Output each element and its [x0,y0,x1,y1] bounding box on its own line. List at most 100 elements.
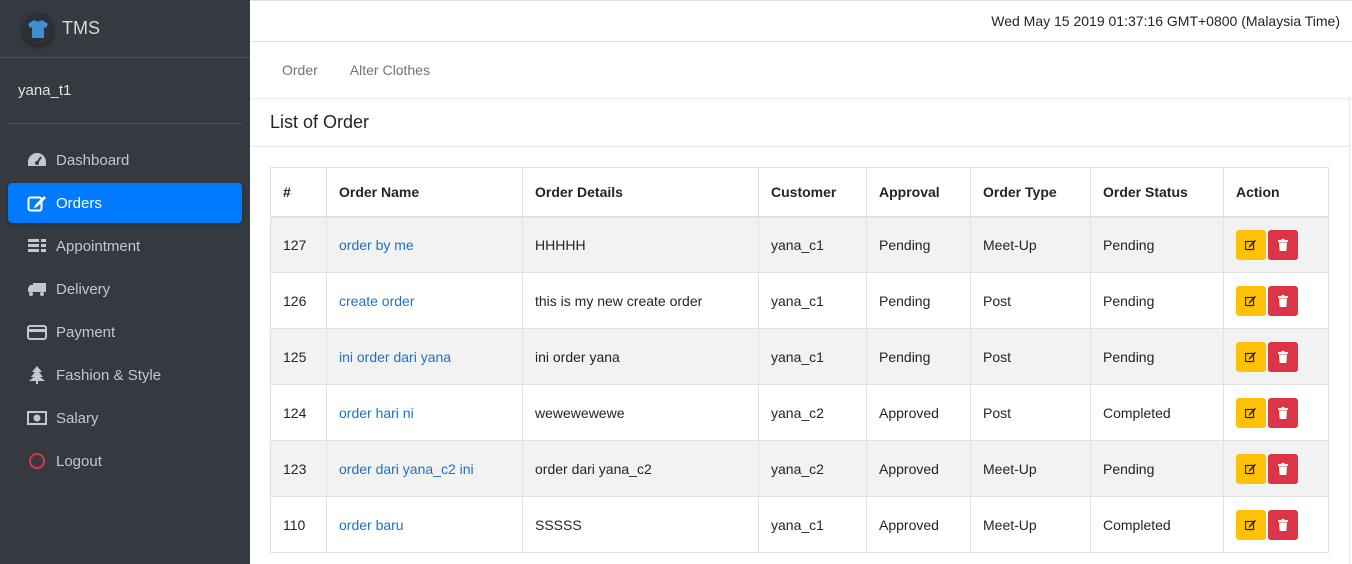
money-icon [26,408,48,428]
order-name-link[interactable]: order baru [339,517,404,533]
credit-card-icon [26,322,48,342]
order-id: 123 [270,440,327,497]
sidebar-item-label: Orders [56,194,102,212]
edit-button[interactable] [1236,285,1266,316]
order-type: Post [970,272,1091,329]
sidebar-item-label: Fashion & Style [56,366,162,384]
edit-icon [1245,463,1256,474]
trash-icon [1278,238,1288,251]
edit-icon [1245,295,1256,306]
tab-order[interactable]: Order [266,62,334,78]
order-name-cell: order hari ni [326,384,523,441]
customer: yana_c2 [758,384,867,441]
sidebar-item-label: Delivery [56,280,111,298]
trash-icon [1278,294,1288,307]
column-header: Action [1223,167,1329,218]
table-header-row: # Order Name Order Details Customer Appr… [270,167,1329,218]
order-type: Post [970,328,1091,385]
order-status: Completed [1090,496,1224,553]
edit-button[interactable] [1236,229,1266,260]
sidebar-item-appointment[interactable]: Appointment [8,226,242,266]
order-details: HHHHH [522,216,759,273]
delete-button[interactable] [1268,397,1298,428]
delete-button[interactable] [1268,341,1298,372]
sidebar-item-label: Logout [56,452,102,470]
edit-icon [1245,519,1256,530]
action-cell [1223,384,1329,441]
approval: Pending [866,272,971,329]
edit-button[interactable] [1236,453,1266,484]
edit-button[interactable] [1236,341,1266,372]
sidebar-item-dashboard[interactable]: Dashboard [8,140,242,180]
truck-icon [26,279,48,299]
order-status: Pending [1090,272,1224,329]
sidebar-item-label: Dashboard [56,151,130,169]
order-name-link[interactable]: ini order dari yana [339,349,451,365]
table-row: 110 order baru SSSSS yana_c1 Approved Me… [270,496,1329,553]
sidebar-item-label: Appointment [56,237,141,255]
action-cell [1223,440,1329,497]
approval: Pending [866,216,971,273]
order-details: order dari yana_c2 [522,440,759,497]
sidebar-item-fashion-style[interactable]: Fashion & Style [8,355,242,395]
customer: yana_c1 [758,496,867,553]
orders-table: # Order Name Order Details Customer Appr… [270,167,1329,553]
table-row: 123 order dari yana_c2 ini order dari ya… [270,440,1329,497]
sidebar-item-label: Payment [56,323,116,341]
action-cell [1223,272,1329,329]
order-name-link[interactable]: order by me [339,237,414,253]
card-title: List of Order [250,99,1350,147]
delete-button[interactable] [1268,453,1298,484]
logout-icon [26,451,48,471]
customer: yana_c1 [758,328,867,385]
edit-button[interactable] [1236,397,1266,428]
edit-icon [1245,351,1256,362]
dashboard-icon [26,150,48,170]
order-type: Meet-Up [970,496,1091,553]
edit-icon [1245,407,1256,418]
sidebar-item-orders[interactable]: Orders [8,183,242,223]
approval: Pending [866,328,971,385]
order-status: Pending [1090,216,1224,273]
trash-icon [1278,462,1288,475]
tshirt-logo-icon [22,12,54,45]
customer: yana_c1 [758,216,867,273]
column-header: Approval [866,167,971,218]
action-cell [1223,496,1329,553]
delete-button[interactable] [1268,509,1298,540]
table-row: 125 ini order dari yana ini order yana y… [270,328,1329,385]
datetime-display: Wed May 15 2019 01:37:16 GMT+0800 (Malay… [991,13,1340,29]
order-name-cell: order by me [326,216,523,273]
top-navbar: Wed May 15 2019 01:37:16 GMT+0800 (Malay… [250,0,1352,42]
order-name-cell: order dari yana_c2 ini [326,440,523,497]
column-header: Order Details [522,167,759,218]
sidebar-item-logout[interactable]: Logout [8,441,242,481]
order-details: ini order yana [522,328,759,385]
user-name[interactable]: yana_t1 [8,58,242,124]
column-header: Order Name [326,167,523,218]
order-name-link[interactable]: order dari yana_c2 ini [339,461,474,477]
sidebar: TMS yana_t1 Dashboard Orders Appointment [0,0,250,564]
customer: yana_c1 [758,272,867,329]
sidebar-item-salary[interactable]: Salary [8,398,242,438]
sidebar-nav: Dashboard Orders Appointment Delivery Pa… [0,140,250,481]
order-status: Pending [1090,440,1224,497]
order-name-link[interactable]: order hari ni [339,405,414,421]
sidebar-item-payment[interactable]: Payment [8,312,242,352]
order-name-cell: ini order dari yana [326,328,523,385]
edit-button[interactable] [1236,509,1266,540]
table-row: 127 order by me HHHHH yana_c1 Pending Me… [270,216,1329,273]
order-name-link[interactable]: create order [339,293,414,309]
approval: Approved [866,384,971,441]
trash-icon [1278,518,1288,531]
tab-alter-clothes[interactable]: Alter Clothes [334,62,446,78]
sidebar-item-delivery[interactable]: Delivery [8,269,242,309]
brand[interactable]: TMS [0,0,250,58]
delete-button[interactable] [1268,285,1298,316]
action-cell [1223,216,1329,273]
delete-button[interactable] [1268,229,1298,260]
edit-icon [1245,239,1256,250]
order-details: this is my new create order [522,272,759,329]
order-name-cell: create order [326,272,523,329]
trash-icon [1278,406,1288,419]
